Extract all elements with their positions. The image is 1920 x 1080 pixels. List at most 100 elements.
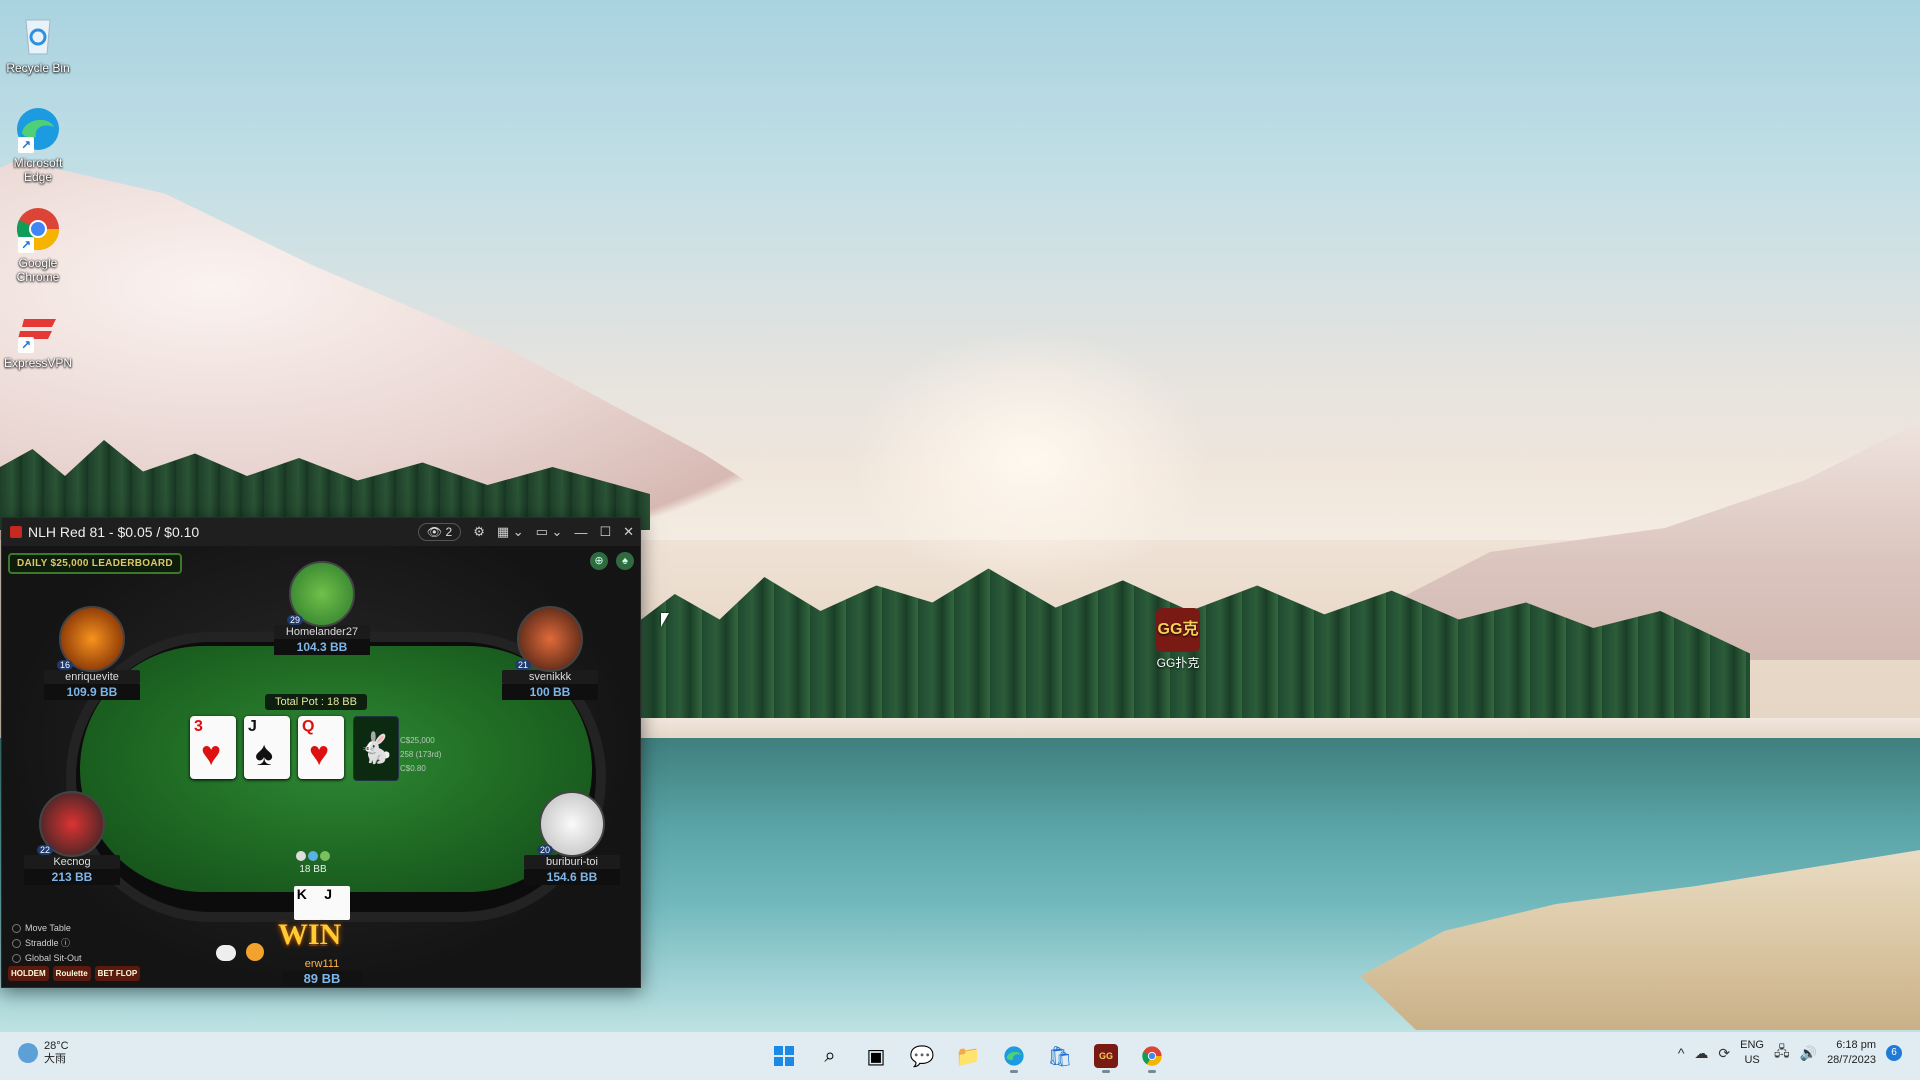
- shortcut-arrow-icon: ↗: [18, 137, 34, 153]
- weather-widget[interactable]: 28°C 大雨: [18, 1040, 69, 1066]
- chip-icon: [320, 851, 330, 861]
- window-titlebar[interactable]: NLH Red 81 - $0.05 / $0.10 👁 2 ⚙ ▦ ⌄ ▭ ⌄…: [2, 518, 640, 546]
- leaderboard-banner[interactable]: DAILY $25,000 LEADERBOARD: [8, 553, 182, 574]
- desktop-icon-label: Google Chrome: [16, 256, 60, 284]
- board-card: Q ♥: [298, 716, 344, 779]
- option-label: Straddle: [25, 938, 59, 948]
- side-games: HOLDEM Roulette BET FLOP: [8, 966, 141, 981]
- chip-icon: [296, 851, 306, 861]
- store-button[interactable]: 🛍: [1042, 1038, 1078, 1074]
- add-table-icon[interactable]: ⊕: [590, 552, 608, 570]
- chrome-taskbar-button[interactable]: [1134, 1038, 1170, 1074]
- hero-name: erw111: [304, 958, 340, 970]
- system-tray: ^ ☁ ⟳ ENG US 🖧 🔊 6:18 pm 28/7/2023 6: [1678, 1038, 1902, 1068]
- cat-avatar: 22: [37, 791, 105, 857]
- option-global-sit-out[interactable]: Global Sit-Out: [12, 951, 82, 966]
- player-level: 22: [37, 845, 54, 855]
- chrome-icon: ↗: [14, 205, 62, 253]
- edge-taskbar-button[interactable]: [996, 1038, 1032, 1074]
- option-straddle[interactable]: Straddle ⓘ: [12, 936, 82, 951]
- player-name: Kecnog: [24, 855, 120, 869]
- clover-avatar: 29: [287, 561, 355, 627]
- minimize-button[interactable]: —: [574, 525, 587, 540]
- card-info-icon[interactable]: ♠: [616, 552, 634, 570]
- rabbit-hunt-card-icon[interactable]: 🐇: [353, 716, 399, 781]
- table-area: DAILY $25,000 LEADERBOARD ⊕ ♠ Total Pot …: [2, 546, 640, 987]
- player-name: buriburi-toi: [524, 855, 620, 869]
- player-seat[interactable]: 29 Homelander27 104.3 BB: [274, 561, 370, 655]
- running-indicator: [1148, 1070, 1156, 1073]
- close-button[interactable]: ✕: [623, 524, 634, 540]
- gg-poker-icon: GG克: [1156, 608, 1200, 652]
- desktop-icon-gg-poker[interactable]: GG克 GG扑克: [1148, 608, 1208, 671]
- search-icon: ⌕: [824, 1044, 836, 1067]
- stat-line: C$0.80: [400, 764, 426, 773]
- observers-button[interactable]: 👁 2: [417, 523, 462, 541]
- radio-icon: [12, 954, 21, 964]
- board-card: J ♠: [244, 716, 290, 779]
- weather-temp: 28°C: [44, 1040, 69, 1052]
- gg-logo-text: GG克: [1157, 621, 1199, 638]
- onedrive-icon[interactable]: ☁: [1694, 1045, 1708, 1062]
- heart-suit-icon: ♥: [201, 735, 222, 773]
- start-button[interactable]: [766, 1038, 802, 1074]
- pot-chip-amount: 18 BB: [299, 864, 327, 875]
- wallpaper-shore: [640, 718, 1920, 740]
- file-explorer-button[interactable]: 📁: [950, 1038, 986, 1074]
- player-stack: 154.6 BB: [524, 869, 620, 885]
- desktop-icon-expressvpn[interactable]: ↗ ExpressVPN: [2, 305, 74, 370]
- running-indicator: [1010, 1070, 1018, 1073]
- chat-icon: 💬: [909, 1045, 935, 1068]
- clock[interactable]: 6:18 pm 28/7/2023: [1827, 1038, 1876, 1068]
- table-view-button[interactable]: ▭ ⌄: [536, 524, 563, 540]
- gg-poker-taskbar-button[interactable]: GG: [1088, 1038, 1124, 1074]
- sync-icon[interactable]: ⟳: [1718, 1045, 1730, 1062]
- running-indicator: [1102, 1070, 1110, 1073]
- hole-card: J: [321, 886, 351, 920]
- player-seat[interactable]: 20 buriburi-toi 154.6 BB: [524, 791, 620, 885]
- player-name: enriquevite: [44, 670, 140, 684]
- player-seat[interactable]: 21 svenikkk 100 BB: [502, 606, 598, 700]
- shortcut-arrow-icon: ↗: [18, 337, 34, 353]
- chat-button[interactable]: 💬: [904, 1038, 940, 1074]
- emoji-icon[interactable]: [246, 943, 264, 961]
- player-seat[interactable]: 22 Kecnog 213 BB: [24, 791, 120, 885]
- table-layout-button[interactable]: ▦ ⌄: [497, 524, 524, 540]
- desktop-icon-recycle-bin[interactable]: Recycle Bin: [2, 10, 74, 75]
- notification-badge[interactable]: 6: [1886, 1045, 1902, 1061]
- volume-icon[interactable]: 🔊: [1800, 1045, 1817, 1062]
- bet-flop-game-button[interactable]: BET FLOP: [94, 966, 141, 981]
- jackpot-stats: C$25,000 258 (173rd) C$0.80: [400, 734, 441, 776]
- roulette-game-button[interactable]: Roulette: [52, 966, 91, 981]
- win-banner: WIN: [278, 918, 342, 951]
- chevron-up-icon[interactable]: ^: [1678, 1045, 1685, 1061]
- poker-table-window[interactable]: NLH Red 81 - $0.05 / $0.10 👁 2 ⚙ ▦ ⌄ ▭ ⌄…: [1, 517, 641, 988]
- settings-gear-icon[interactable]: ⚙: [473, 524, 485, 540]
- monster-avatar: 21: [515, 606, 583, 672]
- card-rank: J: [248, 718, 257, 735]
- network-icon[interactable]: 🖧: [1774, 1041, 1790, 1065]
- option-move-table[interactable]: Move Table: [12, 921, 82, 936]
- card-rank: 3: [194, 718, 203, 735]
- desktop-icon-chrome[interactable]: ↗ Google Chrome: [2, 205, 74, 284]
- chat-bubble-icon[interactable]: [216, 945, 236, 961]
- maximize-button[interactable]: ☐: [599, 524, 611, 540]
- observer-count: 2: [445, 525, 453, 539]
- desktop-icon-edge[interactable]: ↗ Microsoft Edge: [2, 105, 74, 184]
- option-label: Global Sit-Out: [25, 953, 82, 963]
- holdem-game-button[interactable]: HOLDEM: [8, 966, 49, 981]
- player-name: Homelander27: [274, 625, 370, 639]
- language-indicator[interactable]: ENG US: [1740, 1038, 1764, 1068]
- task-view-button[interactable]: ▣: [858, 1038, 894, 1074]
- player-level: 16: [57, 660, 74, 670]
- player-seat[interactable]: 16 enriquevite 109.9 BB: [44, 606, 140, 700]
- radio-icon: [12, 939, 21, 949]
- edge-icon: ↗: [14, 105, 62, 153]
- desktop-icon-label: ExpressVPN: [3, 356, 73, 370]
- recycle-bin-icon: [14, 10, 62, 58]
- lang-bottom: US: [1744, 1054, 1760, 1066]
- player-level: 21: [515, 660, 532, 670]
- store-icon: 🛍: [1047, 1045, 1073, 1068]
- search-button[interactable]: ⌕: [812, 1038, 848, 1074]
- hero-stack: 89 BB: [282, 971, 362, 986]
